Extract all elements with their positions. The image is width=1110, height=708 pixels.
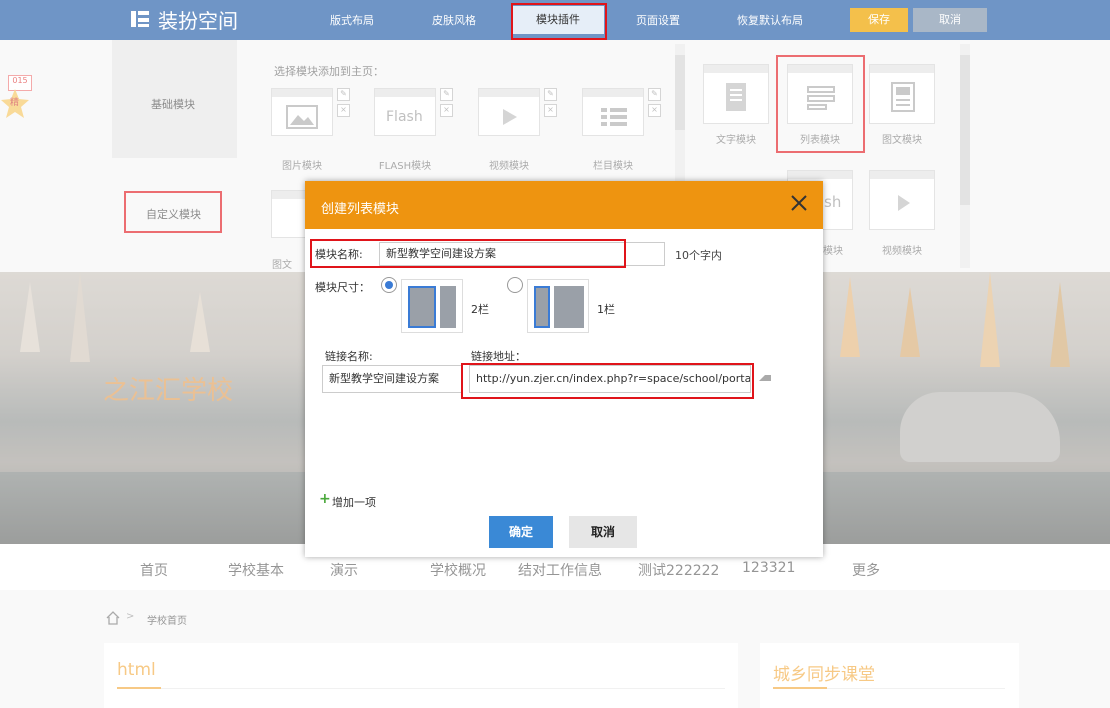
- confirm-button[interactable]: 确定: [489, 516, 553, 548]
- logo-text: 装扮空间: [158, 8, 238, 33]
- nav-page-settings[interactable]: 页面设置: [636, 12, 680, 28]
- link-name-label: 链接名称:: [325, 350, 373, 363]
- size-radio-2col[interactable]: [381, 277, 397, 293]
- nav-restore-layout[interactable]: 恢复默认布局: [737, 12, 803, 28]
- cancel-button[interactable]: 取消: [913, 8, 987, 32]
- save-button[interactable]: 保存: [850, 8, 908, 32]
- layout-1col-preview[interactable]: [527, 279, 589, 333]
- nav-skin[interactable]: 皮肤风格: [432, 12, 476, 28]
- link-pick-icon[interactable]: [757, 371, 773, 385]
- decorate-logo-icon: [130, 9, 150, 29]
- module-size-label: 模块尺寸：: [315, 281, 370, 294]
- logo: 装扮空间: [130, 4, 238, 34]
- close-icon[interactable]: [789, 193, 809, 213]
- link-name-input[interactable]: 新型教学空间建设方案: [322, 365, 462, 393]
- size-1col-label: 1栏: [597, 303, 615, 316]
- dialog-cancel-button[interactable]: 取消: [569, 516, 637, 548]
- highlight-box-link-url: [461, 363, 754, 399]
- layout-2col-preview[interactable]: [401, 279, 463, 333]
- module-name-hint: 10个字内: [675, 249, 722, 262]
- dialog-title: 创建列表模块: [321, 202, 400, 217]
- size-radio-1col[interactable]: [507, 277, 523, 293]
- highlight-box-module-name: [310, 239, 626, 268]
- link-url-label: 链接地址：: [471, 350, 526, 363]
- nav-layout[interactable]: 版式布局: [330, 12, 374, 28]
- size-2col-label: 2栏: [471, 303, 489, 316]
- highlight-box-nav: [511, 3, 607, 40]
- add-item-link[interactable]: 增加一项: [332, 494, 376, 510]
- add-icon[interactable]: +: [319, 491, 331, 507]
